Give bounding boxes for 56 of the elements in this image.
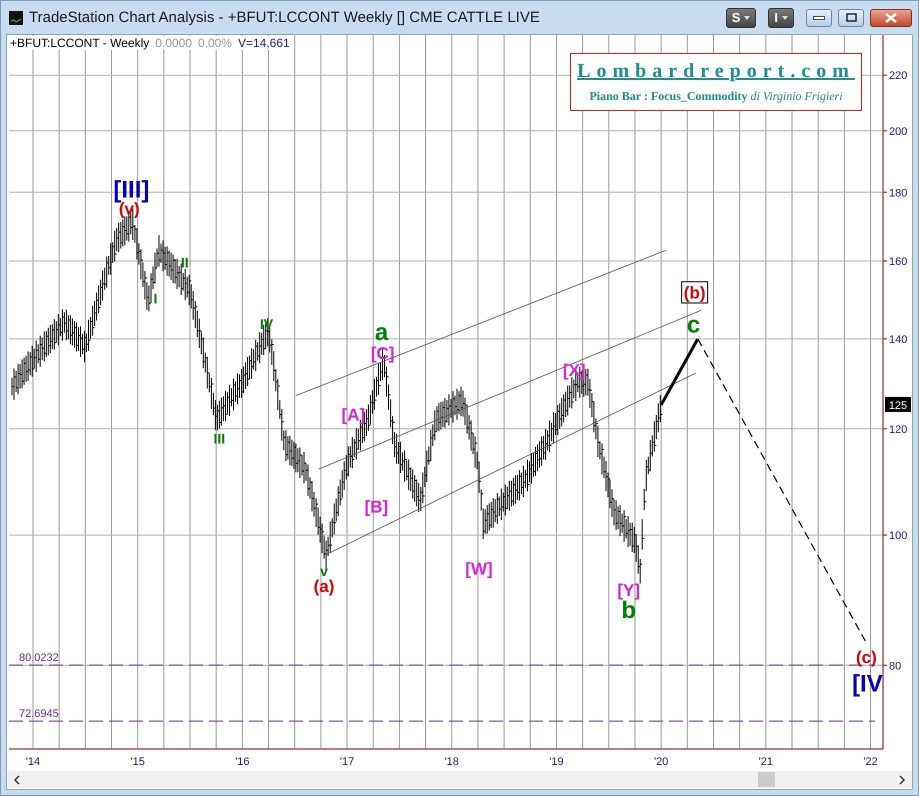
wave-label: II: [180, 254, 189, 271]
toolbar-button[interactable]: S: [726, 8, 756, 28]
axis-label: '14: [26, 756, 40, 768]
wave-label: [B]: [364, 498, 388, 517]
level-label: 72.6945: [19, 708, 59, 720]
percent-value: 0.00%: [198, 36, 232, 50]
volume-value: V=14,661: [238, 36, 290, 50]
axis-label: '15: [130, 756, 145, 768]
wave-label: (a): [314, 577, 334, 596]
axis-label: 180: [889, 187, 908, 200]
caret-icon: [782, 16, 788, 20]
minimize-button[interactable]: [806, 8, 832, 26]
minimize-icon: [813, 16, 825, 20]
axis-label: 100: [889, 530, 908, 542]
axis-label: '22: [863, 756, 878, 768]
wave-label: (c): [856, 648, 877, 668]
scroll-thumb[interactable]: [758, 772, 775, 787]
axis-label: '18: [444, 756, 459, 768]
site-title: Lombardreport.com: [577, 60, 855, 83]
wave-label: I: [154, 290, 158, 306]
axis-label: 200: [889, 126, 908, 138]
axis-label: 140: [889, 334, 908, 346]
wave-label: (b): [681, 281, 708, 304]
last-price-marker: 125: [885, 396, 911, 412]
axis-label: 120: [889, 424, 908, 436]
wave-label: III: [214, 430, 226, 446]
wave-label: c: [686, 311, 700, 338]
axis-label: '16: [235, 756, 250, 768]
toolbar-button[interactable]: I: [768, 8, 794, 28]
wave-label: [A]: [342, 405, 366, 424]
logo-subtitle: Piano Bar : Focus_Commodity di Virginio Frigieri: [589, 89, 843, 104]
horizontal-scrollbar[interactable]: [7, 771, 912, 788]
maximize-button[interactable]: [838, 8, 864, 26]
axis-label: 160: [889, 256, 908, 268]
level-label: 80.0232: [19, 652, 59, 664]
axis-label: '17: [340, 756, 354, 768]
axis-label: 80: [889, 660, 902, 672]
window-title: TradeStation Chart Analysis - +BFUT:LCCONT Weekly [] CME CATTLE LIVE: [29, 9, 541, 26]
close-button[interactable]: [870, 8, 912, 26]
wave-label: [III]: [113, 176, 150, 204]
wave-label: [W]: [465, 560, 493, 579]
wave-label: v: [320, 563, 328, 580]
scroll-right-icon[interactable]: [898, 774, 906, 784]
maximize-icon: [846, 13, 856, 22]
axis-label: '21: [758, 756, 774, 768]
app-icon: [9, 10, 23, 24]
change-value: 0.0000: [155, 36, 192, 50]
symbol-label: +BFUT:LCCONT - Weekly: [10, 36, 150, 50]
close-icon: [885, 12, 897, 22]
axis-label: '19: [549, 756, 564, 768]
caret-icon: [744, 16, 750, 20]
wave-label: [IV: [852, 670, 883, 698]
scroll-left-icon[interactable]: [13, 774, 21, 784]
wave-label: a: [374, 319, 388, 346]
axis-label: 220: [889, 70, 908, 82]
axis-label: '20: [654, 756, 668, 768]
